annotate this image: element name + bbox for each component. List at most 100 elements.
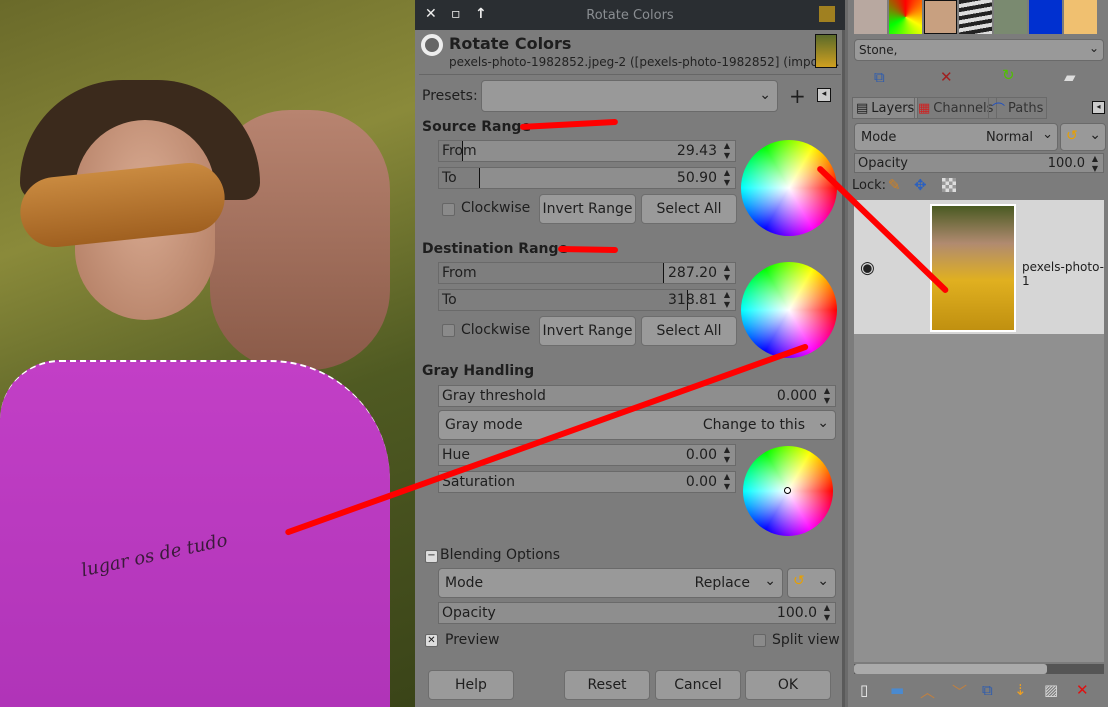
- spin-arrows-icon[interactable]: ▲ ▼: [720, 141, 734, 161]
- gray-mode-combo[interactable]: Gray mode Change to this ⌄: [438, 410, 836, 440]
- blend-mode-combo[interactable]: Mode Replace ⌄: [438, 568, 783, 598]
- spin-arrows-icon[interactable]: ▲ ▼: [720, 472, 734, 492]
- source-clockwise-checkbox[interactable]: [442, 203, 455, 216]
- duplicate-icon[interactable]: ⧉: [874, 68, 885, 86]
- collapse-icon[interactable]: −: [425, 550, 438, 563]
- mode-label: Mode: [861, 129, 897, 145]
- tab-channels[interactable]: ▦ Channels: [914, 97, 998, 119]
- composite-mode-combo[interactable]: ↺ ⌄: [787, 568, 836, 598]
- maximize-icon[interactable]: ▫: [451, 6, 461, 22]
- spin-arrows-icon[interactable]: ▲ ▼: [1088, 154, 1102, 174]
- gray-color-wheel[interactable]: [743, 446, 833, 536]
- duplicate-layer-icon[interactable]: ⧉: [982, 681, 993, 699]
- saturation-spin[interactable]: Saturation 0.00 ▲ ▼: [438, 471, 736, 493]
- delete-layer-icon[interactable]: ✕: [1076, 681, 1089, 699]
- merge-down-icon[interactable]: ⇣: [1014, 681, 1027, 699]
- to-label: To: [442, 170, 457, 186]
- pattern-swatch[interactable]: [924, 0, 957, 34]
- gray-mode-label: Gray mode: [445, 417, 523, 433]
- raise-layer-icon[interactable]: ︿: [920, 681, 935, 702]
- app-icon: [819, 6, 835, 22]
- pattern-swatch[interactable]: [1029, 0, 1062, 34]
- lock-alpha-icon[interactable]: [942, 178, 956, 192]
- source-to-spin[interactable]: To 50.90 ▲ ▼: [438, 167, 736, 189]
- source-invert-range-button[interactable]: Invert Range: [539, 194, 636, 224]
- mask-icon[interactable]: ▨: [1044, 681, 1058, 699]
- layer-mode-combo[interactable]: Mode Normal ⌄: [854, 123, 1058, 151]
- from-value: 29.43: [676, 143, 717, 159]
- channels-icon: ▦: [918, 100, 931, 116]
- to-value: 318.81: [668, 292, 717, 308]
- add-preset-icon[interactable]: +: [789, 84, 806, 108]
- ok-button[interactable]: OK: [745, 670, 831, 700]
- destination-hue-wheel[interactable]: [741, 262, 837, 358]
- source-hue-wheel[interactable]: [741, 140, 837, 236]
- dock-panel: Stone, ⌄ ⧉ ✕ ↻ ▰ ▤ Layers ▦ Channels ⌒ Paths…: [848, 0, 1108, 707]
- layer-opacity-spin[interactable]: Opacity 100.0 ▲ ▼: [854, 153, 1104, 173]
- scrollbar-thumb[interactable]: [854, 664, 1047, 674]
- composite-icon: ↺: [1066, 128, 1078, 144]
- chevron-down-icon: ⌄: [1089, 127, 1101, 143]
- blending-options-heading[interactable]: Blending Options: [440, 547, 560, 563]
- layer-name[interactable]: pexels-photo-1: [1022, 260, 1104, 288]
- cancel-button[interactable]: Cancel: [655, 670, 741, 700]
- lock-position-icon[interactable]: ✥: [914, 176, 927, 194]
- gray-mode-value: Change to this: [702, 417, 805, 433]
- horizontal-scrollbar[interactable]: [854, 664, 1104, 674]
- spin-arrows-icon[interactable]: ▲ ▼: [820, 386, 834, 406]
- layer-row[interactable]: ◉ pexels-photo-1: [854, 200, 1104, 334]
- close-icon[interactable]: ✕: [425, 6, 437, 22]
- pattern-swatch[interactable]: [1064, 0, 1097, 34]
- gray-threshold-label: Gray threshold: [442, 388, 546, 404]
- hue-value: 0.00: [685, 447, 717, 463]
- spin-arrows-icon[interactable]: ▲ ▼: [820, 603, 834, 623]
- to-value: 50.90: [676, 170, 717, 186]
- pattern-swatch[interactable]: [889, 0, 922, 34]
- help-button[interactable]: Help: [428, 670, 514, 700]
- delete-icon[interactable]: ✕: [940, 68, 953, 86]
- blend-opacity-spin[interactable]: Opacity 100.0 ▲ ▼: [438, 602, 836, 624]
- pattern-swatch[interactable]: [959, 0, 992, 34]
- tab-layers[interactable]: ▤ Layers: [852, 97, 919, 119]
- preview-checkbox[interactable]: ✕: [425, 634, 438, 647]
- presets-combo[interactable]: ⌄: [481, 80, 778, 112]
- source-select-all-button[interactable]: Select All: [641, 194, 737, 224]
- pattern-name-combo[interactable]: Stone, ⌄: [854, 39, 1104, 61]
- dest-to-spin[interactable]: To 318.81 ▲ ▼: [438, 289, 736, 311]
- tab-paths[interactable]: ⌒ Paths: [988, 97, 1048, 119]
- lower-layer-icon[interactable]: ﹀: [952, 681, 967, 702]
- spin-arrows-icon[interactable]: ▲ ▼: [720, 263, 734, 283]
- opacity-value: 100.0: [776, 605, 817, 621]
- chevron-down-icon: ⌄: [817, 415, 829, 431]
- layer-composite-combo[interactable]: ↺ ⌄: [1060, 123, 1106, 151]
- reset-button[interactable]: Reset: [564, 670, 650, 700]
- new-layer-icon[interactable]: ▯: [860, 681, 868, 699]
- dest-invert-range-button[interactable]: Invert Range: [539, 316, 636, 346]
- preset-menu-icon[interactable]: ◂: [817, 88, 831, 102]
- pattern-swatch[interactable]: [854, 0, 887, 34]
- eye-visibility-icon[interactable]: ◉: [860, 258, 875, 278]
- dest-clockwise-checkbox[interactable]: [442, 324, 455, 337]
- image-canvas[interactable]: lugar os de tudo: [0, 0, 415, 707]
- source-from-spin[interactable]: From 29.43 ▲ ▼: [438, 140, 736, 162]
- keep-above-icon[interactable]: ↑: [475, 6, 487, 22]
- annotation-arrow: [557, 246, 619, 254]
- saturation-label: Saturation: [442, 474, 515, 490]
- new-group-icon[interactable]: ▬: [890, 681, 904, 699]
- dest-select-all-button[interactable]: Select All: [641, 316, 737, 346]
- divider: [419, 74, 841, 75]
- open-icon[interactable]: ▰: [1064, 68, 1076, 86]
- split-view-checkbox[interactable]: [753, 634, 766, 647]
- refresh-icon[interactable]: ↻: [1002, 66, 1015, 84]
- source-range-heading: Source Range: [422, 119, 531, 135]
- dest-from-spin[interactable]: From 287.20 ▲ ▼: [438, 262, 736, 284]
- spin-arrows-icon[interactable]: ▲ ▼: [720, 290, 734, 310]
- gray-handling-heading: Gray Handling: [422, 363, 535, 379]
- spin-arrows-icon[interactable]: ▲ ▼: [720, 168, 734, 188]
- pattern-name: Stone,: [859, 43, 898, 57]
- spin-arrows-icon[interactable]: ▲ ▼: [720, 445, 734, 465]
- pattern-swatch[interactable]: [994, 0, 1027, 34]
- lock-pixels-icon[interactable]: ✎: [888, 176, 901, 194]
- panel-menu-icon[interactable]: ◂: [1092, 101, 1105, 114]
- split-view-label: Split view: [772, 632, 840, 648]
